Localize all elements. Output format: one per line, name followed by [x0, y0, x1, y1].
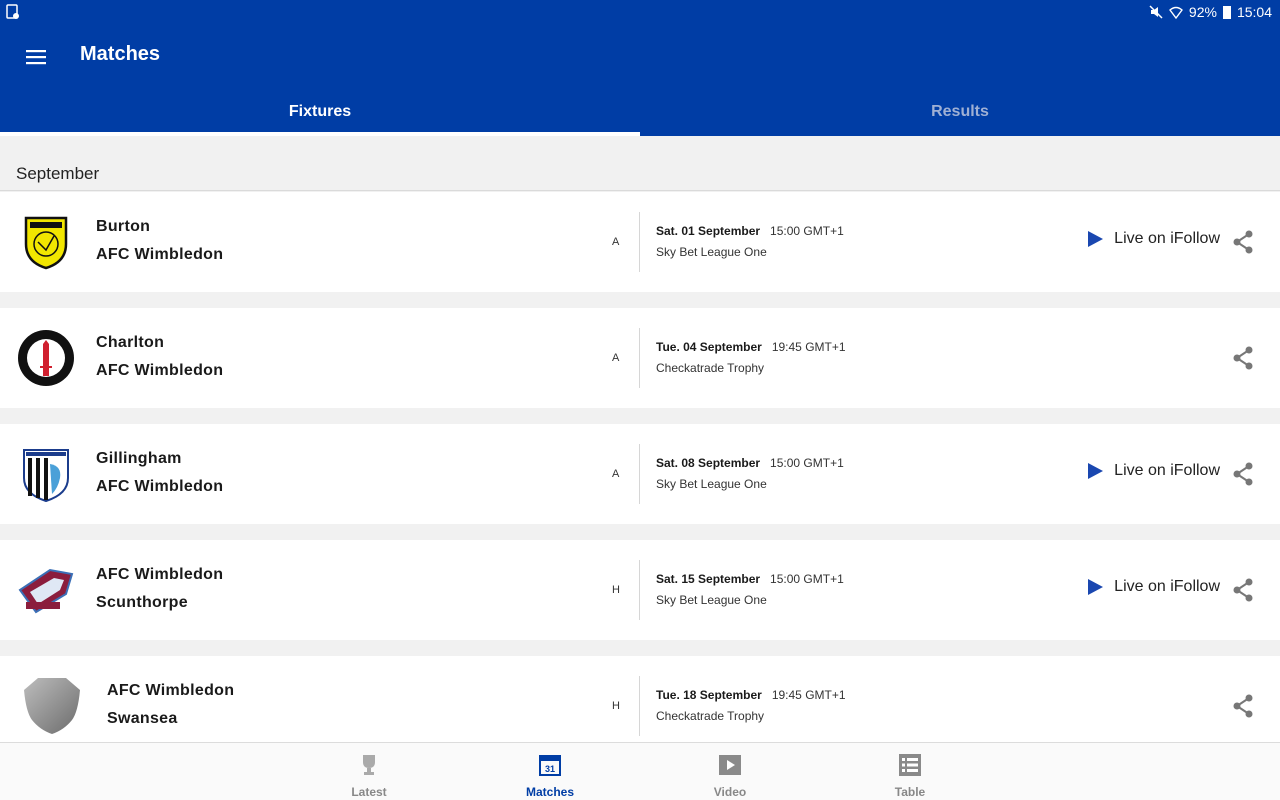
share-icon[interactable] [1232, 462, 1254, 486]
home-team: AFC Wimbledon [107, 682, 235, 699]
live-label: Live on iFollow [1114, 578, 1220, 595]
match-date: Sat. 15 September [656, 572, 761, 586]
share-icon[interactable] [1232, 230, 1254, 254]
away-team: Swansea [107, 710, 178, 727]
live-on-ifollow-button[interactable]: Live on iFollow [1086, 578, 1220, 596]
play-icon [1088, 463, 1104, 479]
competition: Checkatrade Trophy [656, 361, 765, 375]
away-team: Scunthorpe [96, 594, 188, 611]
screenshot-notification-icon [6, 4, 19, 19]
scunthorpe-crest-icon [18, 568, 74, 614]
divider [639, 560, 640, 620]
tab-results-label: Results [931, 103, 989, 120]
match-date: Sat. 01 September [656, 224, 761, 238]
match-date-line: Tue. 18 September 19:45 GMT+1 [656, 688, 846, 702]
nav-latest[interactable]: Latest [319, 743, 419, 800]
gillingham-crest-icon [23, 449, 69, 503]
play-icon [1088, 579, 1104, 595]
home-team: Burton [96, 218, 151, 235]
divider [0, 190, 1280, 191]
list-icon [899, 754, 921, 776]
share-icon[interactable] [1232, 346, 1254, 370]
status-icons: 92% 15:04 [1149, 4, 1272, 20]
home-team: Gillingham [96, 450, 182, 467]
competition: Sky Bet League One [656, 593, 767, 607]
divider [639, 328, 640, 388]
fixture-card[interactable]: Charlton AFC Wimbledon A Tue. 04 Septemb… [0, 308, 1280, 408]
status-bar: 92% 15:04 [0, 0, 1280, 26]
wifi-icon [1168, 6, 1183, 19]
divider [639, 444, 640, 504]
match-date-line: Tue. 04 September 19:45 GMT+1 [656, 340, 846, 354]
away-team: AFC Wimbledon [96, 478, 224, 495]
calendar-day: 31 [545, 764, 555, 774]
mute-icon [1149, 5, 1163, 19]
venue-indicator: H [612, 700, 620, 712]
share-icon[interactable] [1232, 694, 1254, 718]
tab-results[interactable]: Results [640, 88, 1280, 136]
fixture-card[interactable]: Gillingham AFC Wimbledon A Sat. 08 Septe… [0, 424, 1280, 524]
match-time: 19:45 GMT+1 [771, 340, 846, 354]
play-icon [1088, 231, 1104, 247]
nav-video-label: Video [713, 785, 747, 799]
venue-indicator: A [612, 468, 620, 480]
nav-matches-label: Matches [525, 785, 575, 799]
nav-video[interactable]: Video [680, 743, 780, 800]
match-date: Sat. 08 September [656, 456, 761, 470]
away-team: AFC Wimbledon [96, 362, 224, 379]
play-icon [719, 755, 741, 775]
match-date-line: Sat. 15 September 15:00 GMT+1 [656, 572, 844, 586]
match-time: 15:00 GMT+1 [770, 224, 844, 238]
live-label: Live on iFollow [1114, 230, 1220, 247]
battery-percent: 92% [1188, 4, 1217, 20]
tab-fixtures[interactable]: Fixtures [0, 88, 640, 136]
charlton-crest-icon [18, 330, 74, 386]
competition: Sky Bet League One [656, 477, 767, 491]
hamburger-menu-icon[interactable] [22, 43, 50, 71]
page-title: Matches [80, 43, 161, 65]
match-date-line: Sat. 08 September 15:00 GMT+1 [656, 456, 844, 470]
venue-indicator: A [612, 352, 620, 364]
venue-indicator: H [612, 584, 620, 596]
match-date: Tue. 18 September [656, 688, 762, 702]
calendar-icon: 31 [539, 755, 561, 776]
clock: 15:04 [1236, 4, 1272, 20]
away-team: AFC Wimbledon [96, 246, 224, 263]
nav-table-label: Table [894, 785, 926, 799]
competition: Checkatrade Trophy [656, 709, 765, 723]
share-icon[interactable] [1232, 578, 1254, 602]
venue-indicator: A [612, 236, 620, 248]
match-time: 15:00 GMT+1 [770, 456, 844, 470]
home-team: Charlton [96, 334, 165, 351]
nav-latest-label: Latest [351, 785, 387, 799]
fixture-card[interactable]: Burton AFC Wimbledon A Sat. 01 September… [0, 192, 1280, 292]
active-tab-indicator [0, 132, 640, 136]
match-time: 19:45 GMT+1 [771, 688, 846, 702]
bottom-navigation: Latest 31 Matches Video Table [0, 742, 1280, 800]
fixture-card[interactable]: AFC Wimbledon Scunthorpe H Sat. 15 Septe… [0, 540, 1280, 640]
tab-fixtures-label: Fixtures [288, 103, 352, 120]
app-bar: Matches [0, 26, 1280, 88]
match-time: 15:00 GMT+1 [770, 572, 844, 586]
nav-matches[interactable]: 31 Matches [500, 743, 600, 800]
live-on-ifollow-button[interactable]: Live on iFollow [1086, 462, 1220, 480]
home-team: AFC Wimbledon [96, 566, 224, 583]
divider [639, 212, 640, 272]
divider [639, 676, 640, 736]
live-label: Live on iFollow [1114, 462, 1220, 479]
battery-icon [1222, 6, 1231, 19]
burton-crest-icon [24, 216, 68, 270]
tab-bar: Fixtures Results [0, 88, 1280, 136]
month-header: September [16, 164, 100, 183]
trophy-icon [363, 755, 375, 775]
competition: Sky Bet League One [656, 245, 767, 259]
live-on-ifollow-button[interactable]: Live on iFollow [1086, 230, 1220, 248]
match-date-line: Sat. 01 September 15:00 GMT+1 [656, 224, 844, 238]
placeholder-shield-icon [24, 678, 80, 734]
nav-table[interactable]: Table [860, 743, 960, 800]
match-date: Tue. 04 September [656, 340, 762, 354]
fixture-card[interactable]: AFC Wimbledon Swansea H Tue. 18 Septembe… [0, 656, 1280, 756]
